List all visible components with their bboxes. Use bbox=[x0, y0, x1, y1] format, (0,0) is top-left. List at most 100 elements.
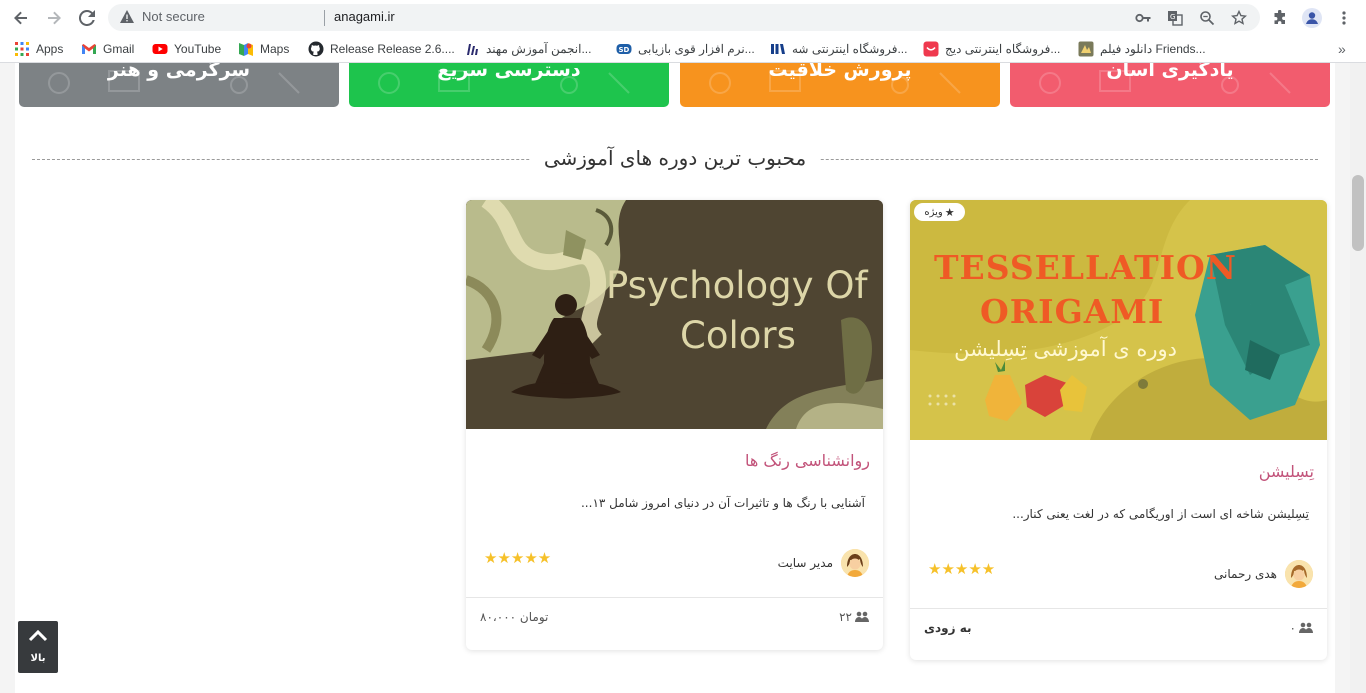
category-label: یادگیری آسان bbox=[1106, 63, 1234, 81]
forward-arrow-icon[interactable] bbox=[42, 6, 66, 30]
apps-grid-icon bbox=[15, 42, 29, 56]
svg-text:G: G bbox=[1170, 13, 1175, 21]
category-label: سرگرمی و هنر bbox=[107, 63, 251, 81]
course-rating-stars: ★★★★★ bbox=[484, 549, 552, 567]
category-tile-creativity[interactable]: پرورش خلاقیت bbox=[680, 63, 1000, 107]
warning-icon[interactable] bbox=[119, 9, 135, 25]
bookmarks-overflow-chevron[interactable]: » bbox=[1338, 41, 1346, 57]
course-rating-stars: ★★★★★ bbox=[928, 560, 996, 578]
movie-icon bbox=[1078, 41, 1094, 57]
store-icon bbox=[771, 44, 785, 54]
author-name: هدی رحمانی bbox=[1214, 567, 1277, 581]
github-icon bbox=[308, 41, 324, 57]
course-card[interactable]: TESSELLATION ORIGAMI دوره ی آموزشی تِسِل… bbox=[910, 200, 1327, 660]
maps-icon bbox=[239, 43, 253, 56]
category-tile-fun-art[interactable]: سرگرمی و هنر bbox=[19, 63, 339, 107]
avatar bbox=[841, 549, 869, 577]
translate-icon[interactable]: G bbox=[1165, 8, 1185, 28]
bookmark-label: فروشگاه اینترنتی شه... bbox=[792, 42, 908, 56]
url-text[interactable]: anagami.ir bbox=[334, 9, 395, 24]
scrollbar-thumb[interactable] bbox=[1352, 175, 1364, 251]
featured-badge: ویژه ★ bbox=[914, 203, 965, 221]
student-count-value: ۲۲ bbox=[839, 610, 852, 624]
zoom-icon[interactable] bbox=[1197, 8, 1217, 28]
course-title[interactable]: تِسِلیشن bbox=[1259, 462, 1314, 481]
course-author[interactable]: هدی رحمانی bbox=[1214, 560, 1313, 588]
course-description: آشنایی با رنگ ها و تاثیرات آن در دنیای ا… bbox=[580, 496, 865, 510]
course-image-title-line1: TESSELLATION bbox=[934, 248, 1237, 287]
star-bookmark-icon[interactable] bbox=[1229, 8, 1249, 28]
omnibox-divider bbox=[324, 10, 325, 26]
extensions-icon[interactable] bbox=[1268, 6, 1292, 30]
back-arrow-icon[interactable] bbox=[9, 6, 33, 30]
course-thumbnail bbox=[466, 200, 883, 429]
course-card[interactable]: Psychology Of Colors روانشناسی رنگ ها آش… bbox=[466, 200, 883, 650]
course-image-subtitle: دوره ی آموزشی تِسِلیشن bbox=[954, 337, 1177, 361]
course-footer: ۲۲ ۸۰،۰۰۰ تومان bbox=[466, 597, 883, 650]
course-image-title-line2: Colors bbox=[680, 314, 796, 357]
bookmark-forum[interactable]: انجمن آموزش مهند... bbox=[464, 41, 591, 57]
bookmark-label: Apps bbox=[36, 42, 64, 56]
course-image-title-line2: ORIGAMI bbox=[980, 292, 1165, 331]
author-avatar-icon bbox=[841, 549, 869, 577]
forum-icon bbox=[467, 44, 478, 55]
bookmark-maps[interactable]: Maps bbox=[238, 41, 289, 57]
bookmark-github[interactable]: Release Release 2.6.... bbox=[308, 41, 455, 57]
section-title: محبوب ترین دوره های آموزشی bbox=[529, 146, 821, 170]
digikala-icon bbox=[923, 41, 939, 57]
chevron-up-icon bbox=[28, 629, 48, 642]
course-footer: ۰ به زودی bbox=[910, 608, 1327, 660]
browser-toolbar: Not secure anagami.ir G bbox=[0, 0, 1366, 35]
bookmark-label: انجمن آموزش مهند... bbox=[486, 42, 592, 56]
bookmark-movie[interactable]: دانلود فیلم Friends... bbox=[1078, 41, 1206, 57]
author-name: مدیر سایت bbox=[777, 556, 833, 570]
bookmark-youtube[interactable]: YouTube bbox=[152, 41, 221, 57]
category-tile-easy-learning[interactable]: یادگیری آسان bbox=[1010, 63, 1330, 107]
bookmark-label: Maps bbox=[260, 42, 290, 56]
course-description: تِسِلیشن شاخه ای است از اوریگامی که در ل… bbox=[1012, 507, 1309, 521]
course-image-title-line1: Psychology Of bbox=[606, 264, 868, 307]
badge-label: ویژه bbox=[924, 206, 943, 218]
bookmark-label: فروشگاه اینترنتی دیج... bbox=[945, 42, 1061, 56]
address-bar[interactable]: Not secure anagami.ir G bbox=[108, 4, 1260, 31]
youtube-icon bbox=[152, 44, 168, 54]
course-title[interactable]: روانشناسی رنگ ها bbox=[745, 451, 870, 470]
course-image[interactable]: TESSELLATION ORIGAMI دوره ی آموزشی تِسِل… bbox=[910, 200, 1327, 440]
bookmarks-bar: Apps Gmail YouTube Maps Release Release … bbox=[0, 35, 1366, 63]
bookmark-recovery[interactable]: SD نرم افزار قوی بازیابی... bbox=[616, 41, 755, 57]
bookmark-label: Release Release 2.6.... bbox=[330, 42, 455, 56]
key-icon[interactable] bbox=[1133, 8, 1153, 28]
course-image[interactable]: Psychology Of Colors bbox=[466, 200, 883, 429]
back-to-top-button[interactable]: بالا bbox=[18, 621, 58, 673]
bookmark-label: نرم افزار قوی بازیابی... bbox=[638, 42, 755, 56]
category-tile-quick-access[interactable]: دسترسی سریع bbox=[349, 63, 669, 107]
bookmark-apps[interactable]: Apps bbox=[14, 41, 63, 57]
bookmark-label: Gmail bbox=[103, 42, 135, 56]
category-label: دسترسی سریع bbox=[437, 63, 581, 81]
section-heading: محبوب ترین دوره های آموزشی bbox=[32, 145, 1318, 175]
avatar bbox=[1285, 560, 1313, 588]
student-count: ۲۲ bbox=[839, 610, 869, 624]
bookmark-store[interactable]: فروشگاه اینترنتی شه... bbox=[770, 41, 907, 57]
security-label[interactable]: Not secure bbox=[142, 9, 205, 24]
bookmark-digikala[interactable]: فروشگاه اینترنتی دیج... bbox=[923, 41, 1060, 57]
author-avatar-icon bbox=[1285, 560, 1313, 588]
star-icon: ★ bbox=[944, 205, 955, 219]
svg-text:SD: SD bbox=[619, 46, 630, 54]
recovery-software-icon: SD bbox=[616, 44, 632, 54]
course-price: ۸۰،۰۰۰ تومان bbox=[480, 610, 549, 624]
page-viewport: سرگرمی و هنر دسترسی سریع پرورش خلاقیت یا… bbox=[0, 63, 1350, 693]
bookmark-gmail[interactable]: Gmail bbox=[81, 41, 134, 57]
reload-icon[interactable] bbox=[75, 6, 99, 30]
profile-avatar-icon[interactable] bbox=[1300, 6, 1324, 30]
bookmark-label: دانلود فیلم Friends... bbox=[1100, 42, 1206, 56]
student-count: ۰ bbox=[1290, 621, 1313, 635]
course-price: به زودی bbox=[924, 621, 972, 635]
page-scrollbar[interactable] bbox=[1350, 63, 1366, 693]
back-to-top-label: بالا bbox=[30, 653, 46, 664]
users-icon bbox=[1299, 622, 1313, 633]
users-icon bbox=[855, 611, 869, 622]
course-author[interactable]: مدیر سایت bbox=[778, 549, 869, 577]
gmail-icon bbox=[82, 44, 96, 54]
menu-kebab-icon[interactable] bbox=[1332, 6, 1356, 30]
